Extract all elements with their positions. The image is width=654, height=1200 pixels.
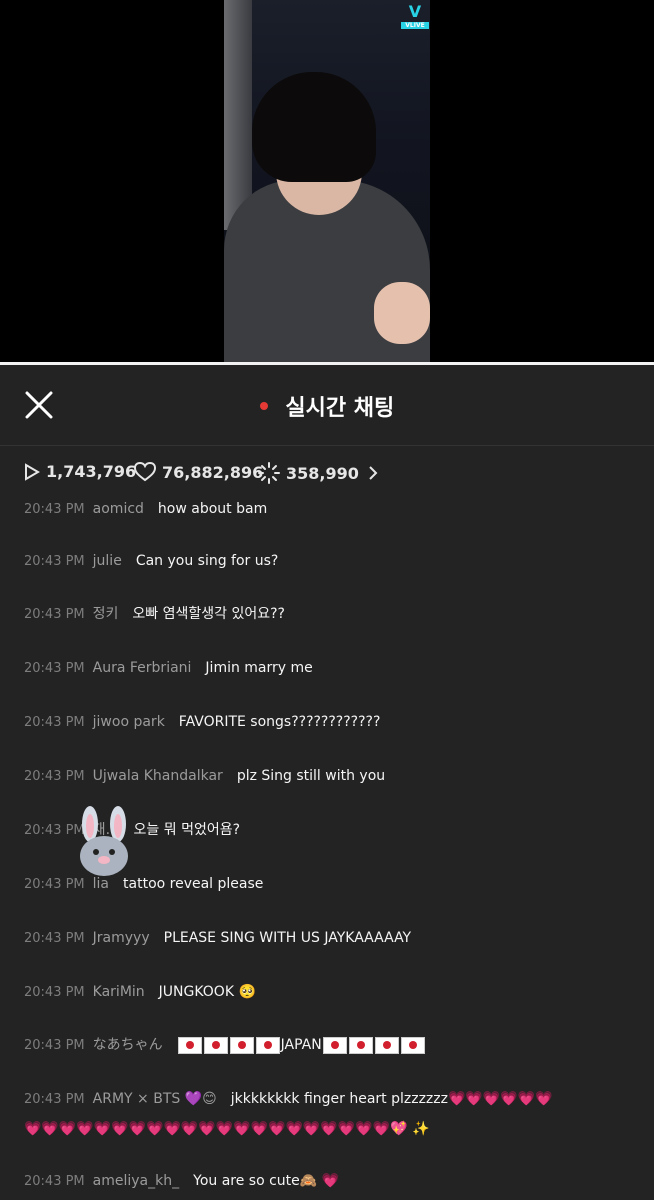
message-text: plz Sing still with you xyxy=(236,768,386,784)
japan-flag-icon xyxy=(374,1036,399,1054)
japan-flag-icon xyxy=(400,1036,425,1054)
message-time: 20:43 PM xyxy=(24,661,85,676)
message-user[interactable]: Jramyyy xyxy=(93,930,150,946)
chat-message: 20:43 PM julie Can you sing for us? xyxy=(24,546,630,577)
message-time: 20:43 PM xyxy=(24,554,85,569)
message-text: how about bam xyxy=(157,501,268,517)
chat-message: 20:43 PM Aura Ferbriani Jimin marry me xyxy=(24,653,630,684)
message-user[interactable]: julie xyxy=(93,553,122,569)
japan-flag-icon xyxy=(203,1036,228,1054)
message-text: Jimin marry me xyxy=(205,660,313,676)
sparkle-icon xyxy=(258,462,280,484)
message-time: 20:43 PM xyxy=(24,502,85,517)
japan-flag-icon xyxy=(255,1036,280,1054)
chat-title: 실시간 채팅 xyxy=(285,396,395,421)
video-person-hair xyxy=(252,72,376,182)
japan-flag-icon xyxy=(322,1036,347,1054)
message-text: jkkkkkkkk finger heart plzzzzzz xyxy=(230,1091,448,1107)
message-user[interactable]: Ujwala Khandalkar xyxy=(93,768,223,784)
chat-message: 20:43 PM 정키 오빠 염색할생각 있어요?? xyxy=(24,599,630,630)
vlive-logo-mark: V xyxy=(408,2,422,21)
message-time: 20:43 PM xyxy=(24,985,85,1000)
message-user[interactable]: KariMin xyxy=(93,984,145,1000)
play-icon xyxy=(25,462,40,481)
message-user[interactable]: 정키 xyxy=(93,606,119,622)
message-hearts: 💗💗💗💗💗💗 xyxy=(447,1091,553,1107)
video-person-hands xyxy=(374,282,430,344)
plays-count: 1,743,796 xyxy=(46,462,137,481)
live-dot-icon xyxy=(259,402,268,410)
japan-flag-icon xyxy=(177,1036,202,1054)
video-frame xyxy=(224,0,430,362)
stats-bar[interactable]: 1,743,796 76,882,896 358,990 xyxy=(0,446,654,498)
message-time: 20:43 PM xyxy=(24,769,85,784)
message-user[interactable]: なあちゃん xyxy=(93,1037,163,1053)
chat-message: 20:43 PM ARMY × BTS 💜😊 jkkkkkkkk finger he… xyxy=(24,1084,630,1115)
plays-stat: 1,743,796 xyxy=(24,462,136,481)
chat-message: 20:43 PM aomicd how about bam xyxy=(24,494,630,525)
chat-message: 20:43 PM ameliya_kh_ You are so cute🙈 💗 xyxy=(24,1166,630,1197)
heart-icon xyxy=(134,462,156,482)
message-user[interactable]: ameliya_kh_ xyxy=(93,1173,179,1189)
likes-stat: 76,882,896 xyxy=(134,462,263,482)
chat-header: 실시간 채팅 xyxy=(0,365,654,446)
likes-count: 76,882,896 xyxy=(162,462,264,482)
chat-title-wrap: 실시간 채팅 xyxy=(0,390,654,422)
message-user[interactable]: ARMY × BTS 💜😊 xyxy=(93,1091,217,1107)
bunny-sticker-icon xyxy=(72,806,136,878)
japan-flag-icon xyxy=(348,1036,373,1054)
message-text: tattoo reveal please xyxy=(123,876,264,892)
message-time: 20:43 PM xyxy=(24,1174,85,1189)
sparkle-count: 358,990 xyxy=(286,463,359,483)
message-hearts: 💗💗💗💗💗💗💗💗💗💗💗💗💗💗💗💗💗💗💗💗💗💖 ✨ xyxy=(24,1121,430,1137)
message-text: 오빠 염색할생각 있어요?? xyxy=(132,606,285,622)
chat-message: 20:43 PM なあちゃん JAPAN xyxy=(24,1030,630,1061)
message-user[interactable]: jiwoo park xyxy=(93,714,165,730)
message-text: 오늘 뭐 먹었어욤? xyxy=(133,822,241,838)
vlive-logo: V VLIVE xyxy=(401,3,429,33)
message-text: FAVORITE songs???????????? xyxy=(178,714,381,730)
message-user[interactable]: Aura Ferbriani xyxy=(93,660,192,676)
chevron-right-icon xyxy=(369,466,378,480)
message-user[interactable]: lia xyxy=(93,876,109,892)
chat-message: 20:43 PM jiwoo park FAVORITE songs????????… xyxy=(24,707,630,738)
vlive-logo-text: VLIVE xyxy=(401,22,429,29)
message-time: 20:43 PM xyxy=(24,715,85,730)
message-time: 20:43 PM xyxy=(24,1038,85,1053)
video-player[interactable]: V VLIVE xyxy=(0,0,654,362)
message-text: PLEASE SING WITH US JAYKAAAAAY xyxy=(163,930,412,946)
chat-message-continuation: 💗💗💗💗💗💗💗💗💗💗💗💗💗💗💗💗💗💗💗💗💗💖 ✨ xyxy=(24,1114,630,1144)
sparkle-stat: 358,990 xyxy=(258,462,385,484)
message-user[interactable]: aomicd xyxy=(93,501,144,517)
japan-flag-icon xyxy=(229,1036,254,1054)
chat-message: 20:43 PM Ujwala Khandalkar plz Sing still … xyxy=(24,761,630,792)
message-text: JAPAN xyxy=(177,1036,426,1054)
chat-message: 20:43 PM Jramyyy PLEASE SING WITH US JAYKA… xyxy=(24,923,630,954)
message-text: You are so cute🙈 💗 xyxy=(193,1173,340,1189)
message-time: 20:43 PM xyxy=(24,1092,85,1107)
message-time: 20:43 PM xyxy=(24,877,85,892)
video-wall xyxy=(224,0,252,230)
chat-message: 20:43 PM KariMin JUNGKOOK 🥺 xyxy=(24,977,630,1008)
message-time: 20:43 PM xyxy=(24,607,85,622)
message-time: 20:43 PM xyxy=(24,931,85,946)
message-text: JUNGKOOK 🥺 xyxy=(158,984,256,1000)
message-text: Can you sing for us? xyxy=(135,553,279,569)
message-text-japan: JAPAN xyxy=(280,1037,322,1053)
